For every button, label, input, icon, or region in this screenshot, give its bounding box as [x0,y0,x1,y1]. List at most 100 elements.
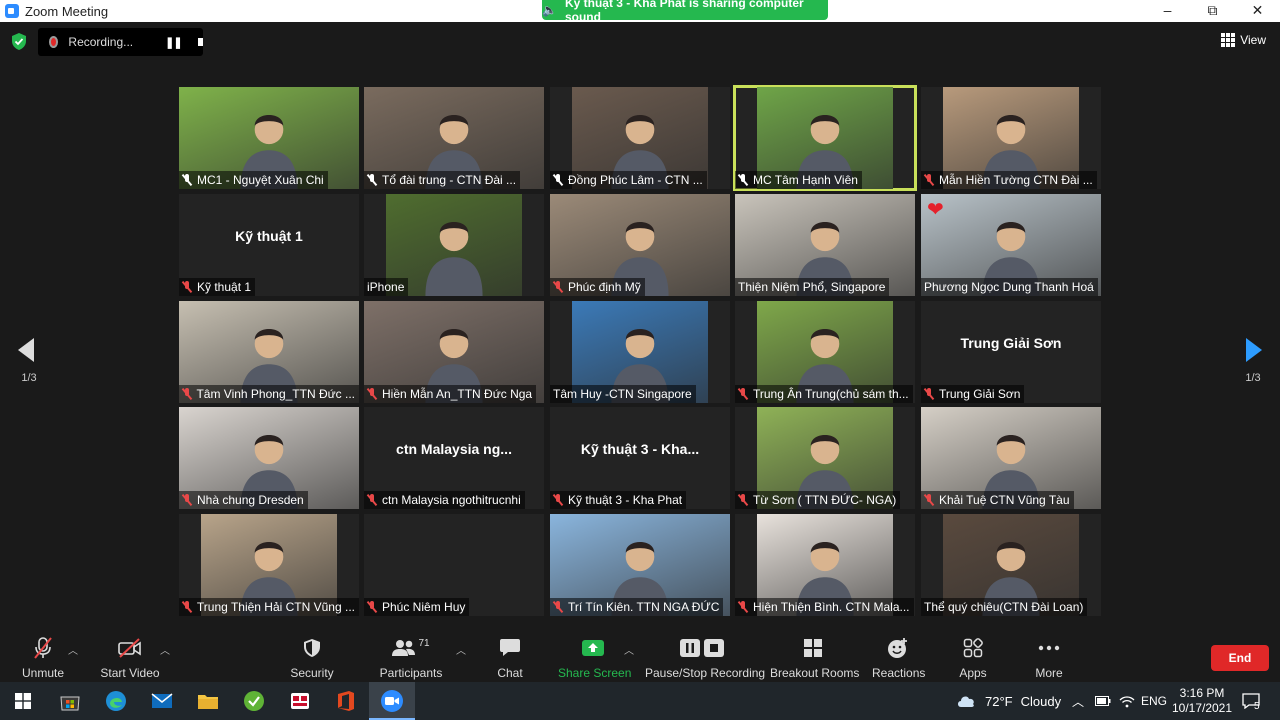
windows-start-button[interactable] [10,688,36,714]
system-clock[interactable]: 3:16 PM 10/17/2021 [1172,682,1232,720]
previous-page-button[interactable]: 1/3 [14,338,44,384]
participant-name-label: Trung Giải Sơn [921,385,1025,403]
next-page-button[interactable]: 1/3 [1238,338,1268,384]
minimize-button[interactable]: – [1145,0,1190,22]
input-language[interactable]: ENG [1141,682,1167,720]
participant-tile[interactable]: Trung Giải Sơn Trung Giải Sơn [921,301,1101,403]
end-meeting-button[interactable]: End [1211,645,1269,671]
participant-tile[interactable]: Kỹ thuật 1 Kỹ thuật 1 [179,194,359,296]
sharing-sound-banner[interactable]: 🔈 Kỹ thuật 3 - Kha Phat is sharing compu… [542,0,828,24]
weather-temp: 72°F [985,693,1013,709]
participant-tile[interactable]: Từ Sơn ( TTN ĐỨC- NGA) [735,407,915,509]
clock-time: 3:16 PM [1179,686,1225,700]
participant-name: Phúc Niêm Huy [382,600,466,614]
security-button[interactable]: Security [287,636,337,680]
participant-name: Tâm Vinh Phong_TTN Đức ... [196,387,355,401]
green-app-taskbar-icon[interactable] [241,688,267,714]
participant-name: Phúc định Mỹ [568,280,641,294]
participant-tile[interactable]: Phúc định Mỹ [550,194,730,296]
more-label: More [1035,666,1063,680]
more-button[interactable]: More [1030,636,1068,680]
mail-taskbar-icon[interactable] [149,688,175,714]
encryption-shield-icon[interactable] [11,33,27,50]
participant-tile[interactable]: Trung Ân Trung(chủ sám th... [735,301,915,403]
restore-button[interactable]: ⧉ [1190,0,1235,22]
participant-tile[interactable]: MC1 - Nguyệt Xuân Chi [179,87,359,189]
battery-icon[interactable] [1095,682,1111,720]
participant-tile[interactable]: Mẫn Hiền Tường CTN Đài ... [921,87,1101,189]
unmute-button[interactable]: Unmute [18,636,68,680]
file-explorer-taskbar-icon[interactable] [195,688,221,714]
office-taskbar-icon[interactable] [333,688,359,714]
participant-tile[interactable]: Đồng Phúc Lâm - CTN ... [550,87,730,189]
participant-tile[interactable]: iPhone [364,194,544,296]
participant-tile[interactable]: MC Tâm Hạnh Viên [733,85,917,191]
meeting-toolbar: Unmute ︿ Start Video ︿ Security 71 Parti… [0,632,1280,682]
participant-name: Kỹ thuật 1 [197,280,252,294]
share-screen-caret-icon[interactable]: ︿ [624,642,634,657]
close-button[interactable]: ✕ [1235,0,1280,22]
audio-options-caret-icon[interactable]: ︿ [68,642,78,657]
muted-mic-icon [182,281,192,293]
participant-name-label: Trí Tín Kiên. TTN NGA ĐỨC [550,598,724,616]
participants-caret-icon[interactable]: ︿ [456,642,466,657]
participant-tile[interactable]: Phúc Niêm Huy [364,514,544,616]
hidden-icons-chevron-icon[interactable]: ︿ [1072,682,1084,720]
participant-tile[interactable]: Khải Tuệ CTN Vũng Tàu [921,407,1101,509]
view-label: View [1240,33,1266,47]
participant-tile[interactable]: ❤ Phương Ngọc Dung Thanh Hoá [921,194,1101,296]
participant-name: Trí Tín Kiên. TTN NGA ĐỨC [568,600,720,614]
share-screen-button[interactable]: Share Screen [558,636,631,680]
apps-button[interactable]: Apps [956,636,990,680]
red-app-taskbar-icon[interactable] [287,688,313,714]
participant-tile[interactable]: Trí Tín Kiên. TTN NGA ĐỨC [550,514,730,616]
stop-recording-icon[interactable] [197,38,203,46]
participant-tile[interactable]: Thể quý chiêu(CTN Đài Loan) [921,514,1101,616]
chat-button[interactable]: Chat [492,636,528,680]
pause-recording-icon[interactable]: ❚❚ [165,36,182,49]
participant-tile[interactable]: Trung Thiện Hải CTN Vũng ... [179,514,359,616]
participant-name: Hiện Thiện Bình. CTN Mala... [753,600,910,614]
gallery-view: 1/3 1/3 MC1 - Nguyệt Xuân Chi Tổ đài trun… [0,62,1280,632]
muted-mic-icon [367,388,377,400]
participant-tile[interactable]: Kỹ thuật 3 - Kha... Kỹ thuật 3 - Kha Phat [550,407,730,509]
participants-count: 71 [418,637,430,649]
participant-name: Trung Ân Trung(chủ sám th... [753,387,909,401]
participant-tile[interactable]: Tổ đài trung - CTN Đài ... [364,87,544,189]
reactions-button[interactable]: Reactions [872,636,925,680]
participant-tile[interactable]: Tâm Huy -CTN Singapore [550,301,730,403]
participant-tile[interactable]: Thiện Niệm Phổ, Singapore [735,194,915,296]
muted-mic-icon [924,494,934,506]
pause-stop-recording-button[interactable]: Pause/Stop Recording [645,636,765,680]
store-taskbar-icon[interactable] [57,688,83,714]
muted-mic-icon [553,281,563,293]
participant-name-label: Phương Ngọc Dung Thanh Hoá [921,278,1098,296]
start-video-button[interactable]: Start Video [100,636,160,680]
edge-browser-taskbar-icon[interactable] [103,688,129,714]
share-screen-icon [582,640,604,656]
participant-tile[interactable]: ctn Malaysia ng... ctn Malaysia ngothitru… [364,407,544,509]
security-shield-icon [304,639,320,657]
participant-name: Tâm Huy -CTN Singapore [553,387,692,401]
participant-display-name: ctn Malaysia ng... [396,441,512,457]
participant-tile[interactable]: Hiền Mẫn An_TTN Đức Nga [364,301,544,403]
participant-tile[interactable]: Nhà chung Dresden [179,407,359,509]
notification-center-button[interactable]: 5 [1242,682,1260,720]
weather-widget[interactable]: 72°F Cloudy [956,682,1061,720]
participant-name-label: iPhone [364,278,409,296]
participants-button[interactable]: 71 Participants [378,636,444,681]
breakout-rooms-button[interactable]: Breakout Rooms [770,636,859,680]
participant-name-label: Trung Thiện Hải CTN Vũng ... [179,598,359,616]
participant-name: Từ Sơn ( TTN ĐỨC- NGA) [753,493,897,507]
video-options-caret-icon[interactable]: ︿ [160,642,170,657]
heart-reaction-icon: ❤ [927,199,944,221]
participant-tile[interactable]: Tâm Vinh Phong_TTN Đức ... [179,301,359,403]
participant-name: MC Tâm Hạnh Viên [753,173,858,187]
zoom-taskbar-icon[interactable] [379,688,405,714]
participant-name: Trung Thiện Hải CTN Vũng ... [196,600,355,614]
view-button[interactable]: View [1221,33,1266,47]
participant-tile[interactable]: Hiện Thiện Bình. CTN Mala... [735,514,915,616]
page-indicator-right: 1/3 [1245,372,1261,384]
wifi-icon[interactable] [1119,682,1135,720]
participant-name: Thiện Niệm Phổ, Singapore [738,280,886,294]
